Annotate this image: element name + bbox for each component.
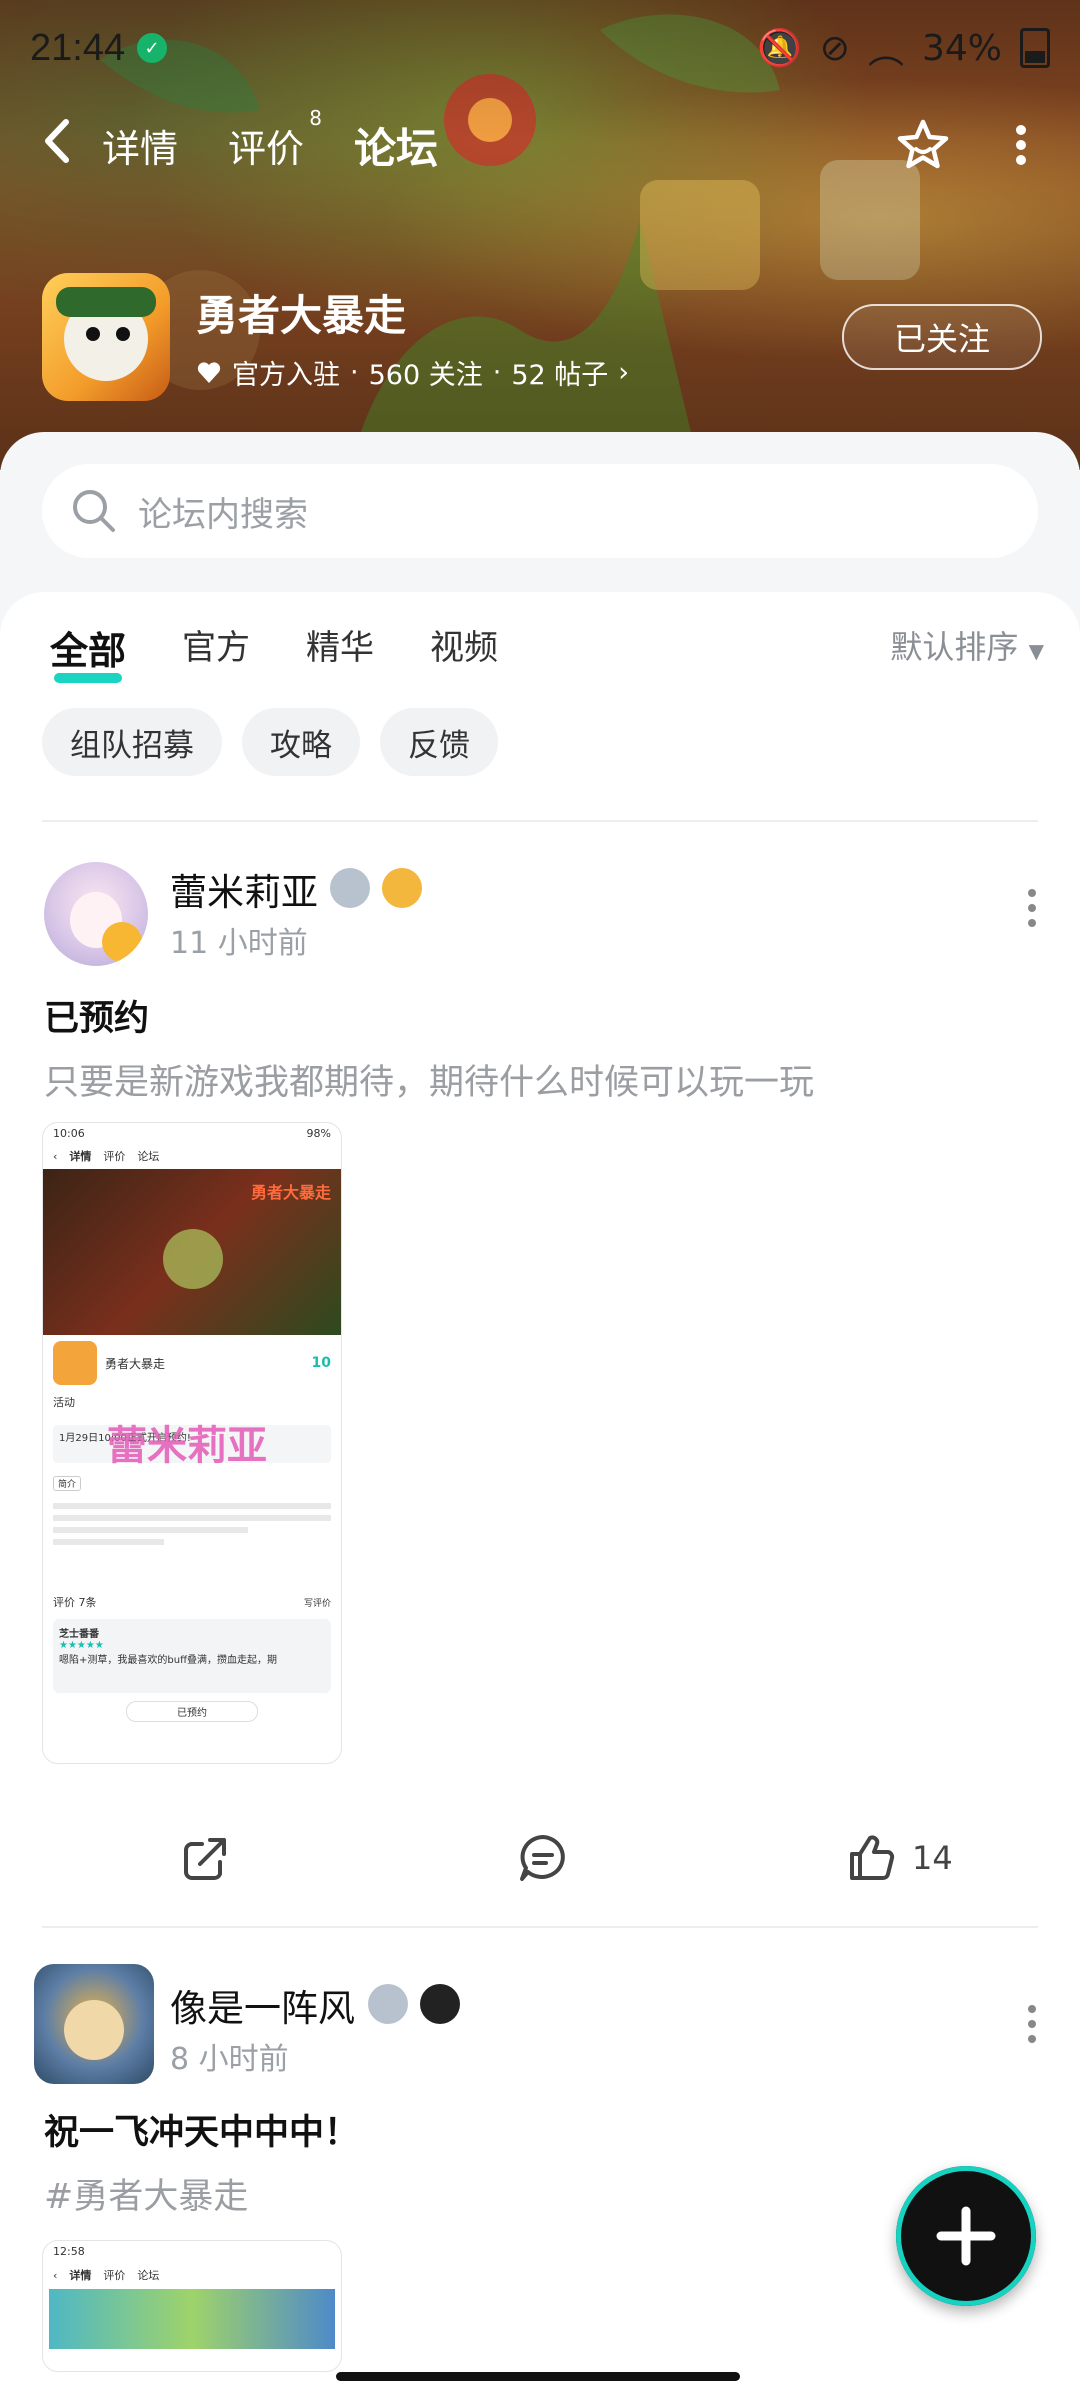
shield-icon: ✓: [137, 33, 168, 63]
avatar[interactable]: [34, 1964, 154, 2084]
back-arrow-icon: [45, 119, 69, 163]
status-time: 21:44: [30, 26, 126, 69]
level-badge-icon: [368, 1984, 408, 2024]
game-stats[interactable]: 官方入驻 · 560 关注 · 52 帖子 ›: [196, 353, 629, 392]
chip-guide[interactable]: 攻略: [242, 708, 360, 776]
sort-label: 默认排序: [890, 628, 1019, 666]
star-icon: [897, 119, 949, 169]
level-badge-icon: [330, 868, 370, 908]
forum-header-banner: 21:44 ✓ 🔕 ⊘ ︵ 34% 详情 评价 8 论坛 勇者大暴走 官方入驻 …: [0, 0, 1080, 470]
post-title: 已预约: [44, 999, 150, 1039]
tab-forum[interactable]: 论坛: [354, 115, 439, 178]
game-title: 勇者大暴走: [196, 291, 407, 340]
post-author[interactable]: 像是一阵风: [170, 1978, 355, 2032]
like-count: 14: [912, 1839, 953, 1877]
followed-button[interactable]: 已关注: [842, 304, 1042, 370]
new-post-button[interactable]: [896, 2166, 1036, 2306]
post-list: 全部 官方 精华 视频 默认排序 ▼ 组队招募 攻略 反馈 蕾米莉亚 11 小时…: [0, 592, 1080, 2401]
back-button[interactable]: [42, 118, 102, 172]
tab-all[interactable]: 全部: [50, 620, 126, 683]
avatar[interactable]: [44, 862, 148, 966]
share-button[interactable]: [180, 1818, 232, 1898]
post-more-icon[interactable]: [1024, 888, 1040, 928]
avatar-badge-icon: [420, 1984, 460, 2024]
status-bar: 21:44 ✓ 🔕 ⊘ ︵ 34%: [30, 18, 1050, 78]
chip-team-recruit[interactable]: 组队招募: [42, 708, 222, 776]
watermark: 蕾米莉亚: [107, 1423, 267, 1469]
tab-official[interactable]: 官方: [182, 620, 250, 675]
game-summary: 勇者大暴走 官方入驻 · 560 关注 · 52 帖子 › 已关注: [42, 272, 1042, 402]
thumbs-up-icon: [850, 1835, 895, 1880]
heart-badge-icon: [197, 361, 221, 383]
chevron-right-icon: ›: [618, 357, 630, 388]
official-label: 官方入驻: [232, 360, 340, 391]
verified-badge-icon: [382, 868, 422, 908]
comment-icon: [520, 1835, 565, 1881]
more-vertical-icon: [1016, 125, 1026, 165]
mute-icon: 🔕: [756, 28, 802, 69]
comment-button[interactable]: [516, 1818, 570, 1898]
sort-dropdown[interactable]: 默认排序 ▼: [890, 622, 1044, 668]
battery-percent: 34%: [921, 27, 1002, 69]
tab-reviews[interactable]: 评价 8: [228, 106, 322, 173]
post-actions: 14: [0, 1818, 1080, 1898]
search-input[interactable]: 论坛内搜索: [42, 464, 1038, 558]
favorite-button[interactable]: [894, 116, 952, 174]
chip-feedback[interactable]: 反馈: [380, 708, 498, 776]
post-author[interactable]: 蕾米莉亚: [170, 862, 318, 916]
post-card[interactable]: 蕾米莉亚 11 小时前 已预约 只要是新游戏我都期待，期待什么时候可以玩一玩 1…: [0, 822, 1080, 1764]
divider: [42, 1926, 1038, 1928]
reviews-count-badge: 8: [309, 105, 323, 130]
tab-featured[interactable]: 精华: [306, 620, 374, 675]
more-menu-button[interactable]: [992, 116, 1050, 174]
post-hashtag[interactable]: #勇者大暴走: [44, 2168, 248, 2219]
post-card[interactable]: 像是一阵风 8 小时前 祝一飞冲天中中中！ #勇者大暴走 12:58 ‹ 详情 评价…: [0, 1952, 1080, 2402]
share-icon: [184, 1838, 226, 1880]
search-placeholder: 论坛内搜索: [138, 494, 308, 535]
follow-count: 560 关注: [368, 360, 483, 391]
post-title: 祝一飞冲天中中中！: [44, 2113, 360, 2153]
post-body: 只要是新游戏我都期待，期待什么时候可以玩一玩: [44, 1063, 815, 1103]
post-time: 8 小时前: [170, 2042, 289, 2077]
post-image[interactable]: 12:58 ‹ 详情 评价 论坛: [42, 2240, 342, 2372]
post-count: 52 帖子: [511, 360, 609, 391]
tab-video[interactable]: 视频: [430, 620, 498, 675]
caret-down-icon: ▼: [1028, 639, 1044, 663]
post-image[interactable]: 10:06 98% ‹ 详情 评价 论坛 勇者大暴走 勇者大暴走 10 活动 1…: [42, 1122, 342, 1764]
post-time: 11 小时前: [170, 926, 308, 961]
like-button[interactable]: 14: [846, 1818, 953, 1898]
search-icon: [73, 490, 115, 532]
home-indicator[interactable]: [336, 2372, 740, 2381]
category-tabs: 全部 官方 精华 视频: [50, 620, 498, 683]
game-app-icon[interactable]: [42, 273, 170, 401]
topic-chips: 组队招募 攻略 反馈: [42, 708, 498, 776]
wifi-icon: ︵: [867, 31, 904, 72]
post-more-icon[interactable]: [1024, 2004, 1040, 2044]
top-nav: 详情 评价 8 论坛: [0, 100, 1080, 190]
no-sim-icon: ⊘: [819, 27, 850, 69]
battery-icon: [1020, 28, 1050, 68]
tab-details[interactable]: 详情: [102, 118, 178, 173]
forum-panel: 论坛内搜索 全部 官方 精华 视频 默认排序 ▼ 组队招募 攻略 反馈 蕾米莉亚: [0, 432, 1080, 2401]
plus-icon: [936, 2206, 996, 2266]
